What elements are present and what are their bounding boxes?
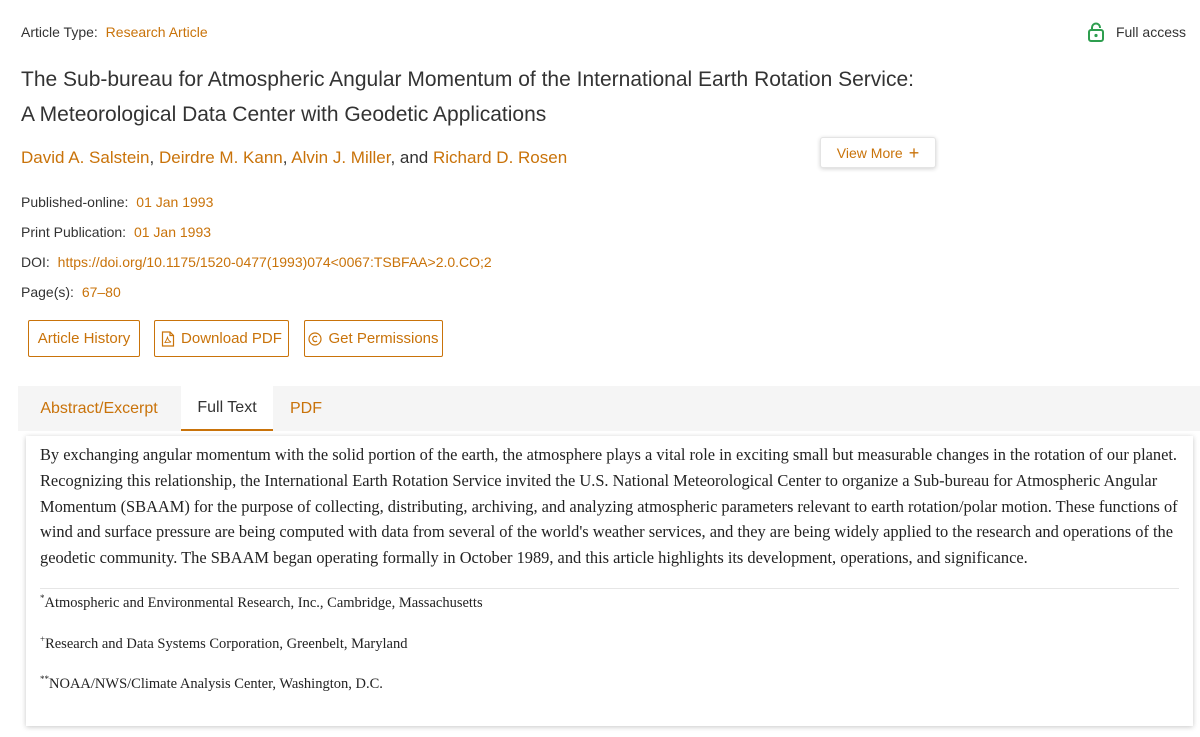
article-history-button[interactable]: Article History: [28, 320, 140, 357]
article-type-value[interactable]: Research Article: [106, 24, 208, 40]
view-more-label: View More: [836, 144, 903, 161]
print-publication-value: 01 Jan 1993: [133, 224, 212, 240]
abstract-paragraph: By exchanging angular momentum with the …: [40, 445, 1178, 568]
full-access-badge: Full access: [1086, 22, 1186, 42]
get-permissions-label: Get Permissions: [328, 330, 439, 347]
copyright-icon: [308, 331, 323, 346]
divider: [40, 588, 1179, 589]
author-link[interactable]: David A. Salstein: [21, 148, 150, 167]
article-type-label: Article Type:: [21, 24, 98, 40]
page-range: Page(s): 67–80: [21, 284, 121, 300]
published-online-value: 01 Jan 1993: [136, 194, 214, 210]
affiliation-mark: **: [40, 674, 49, 684]
download-pdf-button[interactable]: Download PDF: [154, 320, 289, 357]
view-more-button[interactable]: View More +: [820, 137, 936, 168]
lock-open-icon: [1086, 22, 1106, 42]
doi-link[interactable]: https://doi.org/10.1175/1520-0477(1993)0…: [58, 254, 492, 270]
doi-label: DOI:: [21, 254, 50, 270]
author-link[interactable]: Alvin J. Miller: [291, 148, 390, 167]
published-online-label: Published-online:: [21, 194, 129, 210]
affiliation-text: NOAA/NWS/Climate Analysis Center, Washin…: [49, 676, 383, 692]
affiliation-text: Research and Data Systems Corporation, G…: [45, 636, 408, 652]
page-range-label: Page(s):: [21, 284, 74, 300]
author-list: David A. Salstein, Deirdre M. Kann, Alvi…: [21, 148, 567, 168]
print-publication: Print Publication: 01 Jan 1993: [21, 224, 211, 240]
author-separator: , and: [390, 148, 433, 167]
author-link[interactable]: Deirdre M. Kann: [159, 148, 283, 167]
tab-abstract-excerpt[interactable]: Abstract/Excerpt: [18, 386, 180, 431]
article-history-label: Article History: [37, 330, 131, 347]
get-permissions-button[interactable]: Get Permissions: [304, 320, 443, 357]
author-link[interactable]: Richard D. Rosen: [433, 148, 567, 167]
article-type: Article Type: Research Article: [21, 24, 208, 40]
plus-icon: +: [908, 142, 920, 163]
full-access-label: Full access: [1115, 24, 1186, 40]
page-range-value: 67–80: [81, 284, 121, 300]
tab-full-text[interactable]: Full Text: [181, 386, 273, 431]
print-publication-label: Print Publication:: [21, 224, 127, 240]
content-tabs: Abstract/Excerpt Full Text PDF: [18, 386, 1200, 431]
download-pdf-label: Download PDF: [181, 330, 282, 347]
affiliation: **NOAA/NWS/Climate Analysis Center, Wash…: [40, 674, 383, 693]
doi: DOI: https://doi.org/10.1175/1520-0477(1…: [21, 254, 492, 270]
affiliation: +Research and Data Systems Corporation, …: [40, 634, 407, 653]
pdf-file-icon: [161, 330, 175, 347]
full-text-panel: By exchanging angular momentum with the …: [26, 436, 1193, 726]
tab-pdf[interactable]: PDF: [276, 386, 336, 431]
author-separator: ,: [149, 148, 159, 167]
affiliation: *Atmospheric and Environmental Research,…: [40, 593, 483, 612]
affiliation-text: Atmospheric and Environmental Research, …: [44, 595, 483, 611]
article-title: The Sub-bureau for Atmospheric Angular M…: [21, 68, 914, 126]
author-separator: ,: [282, 148, 292, 167]
published-online: Published-online: 01 Jan 1993: [21, 194, 213, 210]
